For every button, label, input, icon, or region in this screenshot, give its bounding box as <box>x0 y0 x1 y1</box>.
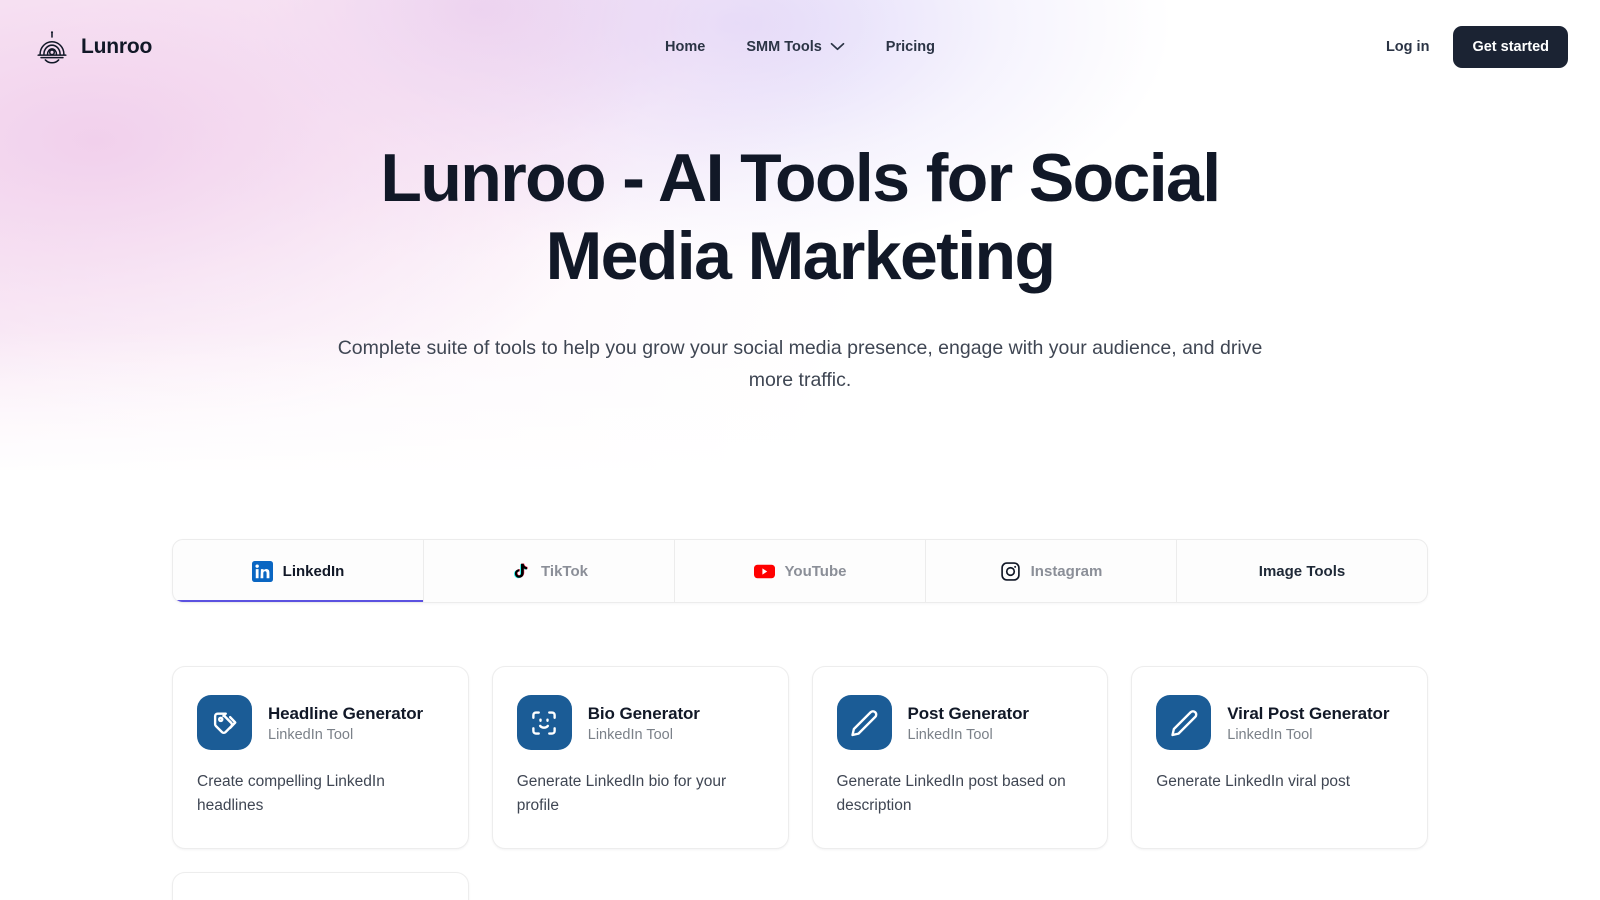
pencil-icon <box>1156 695 1212 751</box>
chevron-down-icon <box>830 42 845 51</box>
tag-chevrons-icon <box>197 695 252 751</box>
tab-image-tools-label: Image Tools <box>1258 562 1346 580</box>
tiktok-icon <box>510 561 531 582</box>
pencil-icon <box>836 695 892 751</box>
tool-card-viral-post-generator[interactable]: Viral Post Generator LinkedIn Tool Gener… <box>1131 666 1428 850</box>
card-title: Viral Post Generator <box>1227 703 1390 723</box>
nav-item-smm-tools-label: SMM Tools <box>746 38 822 55</box>
card-title: Bio Generator <box>587 703 700 723</box>
tool-cards-grid: Headline Generator LinkedIn Tool Create … <box>172 666 1428 900</box>
tab-instagram-label: Instagram <box>1030 562 1103 580</box>
scan-face-icon <box>516 695 572 751</box>
tab-instagram[interactable]: Instagram <box>925 540 1176 603</box>
card-description: Generate LinkedIn bio for your profile <box>516 773 727 815</box>
instagram-icon <box>1000 561 1021 582</box>
header-actions: Log in Get started <box>1386 25 1568 68</box>
card-description: Generate LinkedIn viral post <box>1156 773 1351 791</box>
hero-subtitle: Complete suite of tools to help you grow… <box>337 337 1263 391</box>
card-title-group: Bio Generator LinkedIn Tool <box>588 703 700 743</box>
tool-card-post-generator[interactable]: Post Generator LinkedIn Tool Generate Li… <box>811 666 1109 850</box>
card-title-group: Headline Generator LinkedIn Tool <box>268 703 423 743</box>
card-header: Bio Generator LinkedIn Tool <box>516 695 764 751</box>
tab-tiktok[interactable]: TikTok <box>423 540 674 603</box>
dome-monument-icon <box>33 28 71 66</box>
nav-item-pricing[interactable]: Pricing <box>886 39 935 55</box>
brand-name: Lunroo <box>81 34 153 58</box>
tab-youtube-label: YouTube <box>784 562 847 580</box>
card-description: Create compelling LinkedIn headlines <box>197 773 385 815</box>
card-description: Generate LinkedIn post based on descript… <box>836 773 1066 815</box>
youtube-icon <box>753 561 775 582</box>
nav-item-smm-tools[interactable]: SMM Tools <box>746 38 845 55</box>
tool-card-bio-generator[interactable]: Bio Generator LinkedIn Tool Generate Lin… <box>491 666 789 850</box>
card-title: Post Generator <box>907 703 1030 723</box>
card-subtitle: LinkedIn Tool <box>907 726 993 743</box>
nav-item-home[interactable]: Home <box>665 39 705 55</box>
brand-logo[interactable]: Lunroo <box>33 28 152 66</box>
main-nav: Home SMM Tools Pricing <box>0 39 1600 55</box>
platform-tabs: LinkedIn TikTok YouTube Instagram Image … <box>172 539 1428 604</box>
tab-tiktok-label: TikTok <box>541 562 588 580</box>
card-subtitle: LinkedIn Tool <box>1227 726 1313 743</box>
card-header: Viral Post Generator LinkedIn Tool <box>1156 695 1403 751</box>
tool-card-summary-generator[interactable]: Summary Generator LinkedIn Tool <box>172 872 469 900</box>
card-header: Post Generator LinkedIn Tool <box>836 695 1084 751</box>
card-subtitle: LinkedIn Tool <box>587 726 673 743</box>
linkedin-icon <box>251 560 273 582</box>
get-started-button[interactable]: Get started <box>1453 25 1568 68</box>
site-header: Lunroo Home SMM Tools Pricing Log in Get… <box>0 0 1600 93</box>
tool-card-headline-generator[interactable]: Headline Generator LinkedIn Tool Create … <box>172 666 469 850</box>
hero-section: Lunroo - AI Tools for Social Media Marke… <box>0 93 1600 396</box>
card-title: Headline Generator <box>268 703 424 723</box>
card-title-group: Viral Post Generator LinkedIn Tool <box>1227 703 1389 743</box>
card-header: Headline Generator LinkedIn Tool <box>197 695 444 751</box>
tab-image-tools[interactable]: Image Tools <box>1176 540 1427 603</box>
page-title: Lunroo - AI Tools for Social Media Marke… <box>380 140 1221 294</box>
card-subtitle: LinkedIn Tool <box>268 726 354 743</box>
tab-youtube[interactable]: YouTube <box>674 540 925 603</box>
card-title-group: Post Generator LinkedIn Tool <box>907 703 1030 743</box>
platform-tabs-container: LinkedIn TikTok YouTube Instagram Image … <box>172 539 1428 604</box>
tab-linkedin[interactable]: LinkedIn <box>173 540 423 603</box>
login-link[interactable]: Log in <box>1386 39 1430 55</box>
tab-linkedin-label: LinkedIn <box>282 562 345 580</box>
